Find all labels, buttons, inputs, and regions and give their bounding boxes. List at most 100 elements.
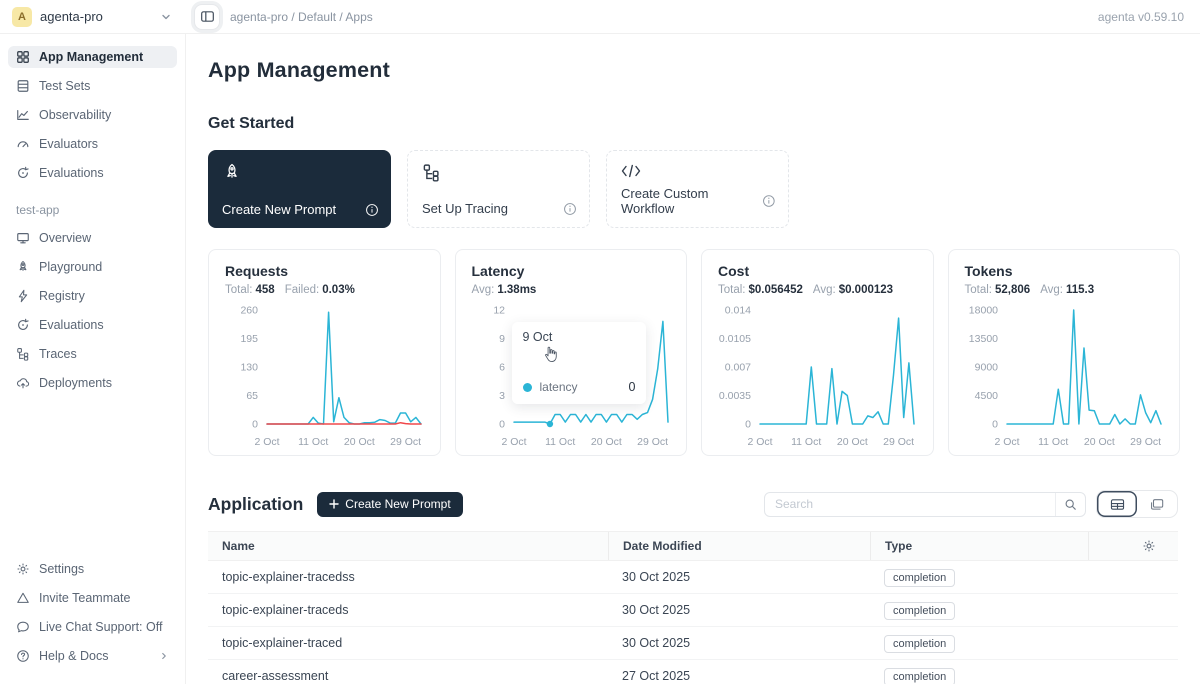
sidebar-item-label: Registry bbox=[39, 289, 85, 303]
row-menu-icon[interactable] bbox=[1152, 603, 1156, 617]
chart-title: Cost bbox=[718, 263, 919, 279]
type-badge: completion bbox=[884, 602, 955, 620]
row-menu-icon[interactable] bbox=[1152, 636, 1156, 650]
gear-icon bbox=[16, 562, 30, 576]
sidebar-item-label: Live Chat Support: Off bbox=[39, 620, 162, 634]
svg-text:20 Oct: 20 Oct bbox=[590, 436, 621, 448]
svg-text:9000: 9000 bbox=[974, 362, 998, 374]
info-icon[interactable] bbox=[563, 202, 577, 216]
cost-chart-card: Cost Total:$0.056452 Avg:$0.000123 00.00… bbox=[701, 249, 934, 456]
workspace-avatar: A bbox=[12, 7, 32, 27]
row-menu-icon[interactable] bbox=[1152, 669, 1156, 683]
chart-title: Tokens bbox=[965, 263, 1166, 279]
svg-text:0: 0 bbox=[992, 419, 998, 431]
sidebar-item-observability[interactable]: Observability bbox=[8, 104, 177, 126]
svg-text:0.0035: 0.0035 bbox=[719, 390, 751, 402]
svg-text:0.007: 0.007 bbox=[725, 362, 751, 374]
sidebar-item-help-docs[interactable]: Help & Docs bbox=[8, 645, 177, 667]
requests-chart-card: Requests Total:458 Failed:0.03% 06513019… bbox=[208, 249, 441, 456]
trace-tree-icon bbox=[422, 163, 441, 182]
table-row[interactable]: topic-explainer-tracedss 30 Oct 2025 com… bbox=[208, 561, 1178, 594]
tokens-chart: 04500900013500180002 Oct11 Oct20 Oct29 O… bbox=[965, 302, 1166, 450]
app-name: career-assessment bbox=[208, 669, 608, 683]
view-toggle bbox=[1096, 490, 1178, 518]
monitor-icon bbox=[16, 231, 30, 245]
search-input[interactable] bbox=[765, 497, 1055, 511]
cloud-up-icon bbox=[16, 376, 30, 390]
chat-bubble-icon bbox=[16, 620, 30, 634]
sidebar-collapse-button[interactable] bbox=[194, 4, 220, 30]
sidebar-item-overview[interactable]: Overview bbox=[8, 227, 177, 249]
app-version: agenta v0.59.10 bbox=[1098, 10, 1184, 24]
svg-text:6: 6 bbox=[499, 362, 505, 374]
column-header-date-modified: Date Modified bbox=[608, 532, 870, 560]
svg-text:4500: 4500 bbox=[974, 390, 998, 402]
column-settings-gear-icon[interactable] bbox=[1142, 539, 1156, 553]
svg-text:2 Oct: 2 Oct bbox=[254, 436, 279, 448]
chart-stat: Total:$0.056452 bbox=[718, 284, 803, 296]
sidebar-item-evaluations[interactable]: Evaluations bbox=[8, 162, 177, 184]
svg-text:11 Oct: 11 Oct bbox=[791, 436, 821, 448]
search-icon bbox=[1064, 498, 1077, 511]
info-icon[interactable] bbox=[762, 194, 776, 208]
tooltip-value: 0 bbox=[629, 380, 636, 394]
sidebar-item-settings[interactable]: Settings bbox=[8, 558, 177, 580]
card-view-button[interactable] bbox=[1137, 491, 1177, 517]
sidebar-item-deployments[interactable]: Deployments bbox=[8, 372, 177, 394]
sidebar-item-evaluations-app[interactable]: Evaluations bbox=[8, 314, 177, 336]
top-bar: A agenta-pro agenta-pro / Default / Apps… bbox=[0, 0, 1200, 34]
applications-table: Name Date Modified Type topic-explainer-… bbox=[208, 531, 1178, 684]
table-row[interactable]: topic-explainer-traced 30 Oct 2025 compl… bbox=[208, 627, 1178, 660]
sidebar-item-label: Deployments bbox=[39, 376, 112, 390]
chart-title: Latency bbox=[472, 263, 673, 279]
app-name: topic-explainer-traceds bbox=[208, 603, 608, 617]
chart-stat: Total:52,806 bbox=[965, 284, 1031, 296]
sidebar-item-evaluators[interactable]: Evaluators bbox=[8, 133, 177, 155]
rocket-icon bbox=[222, 162, 242, 182]
sidebar-item-live-chat[interactable]: Live Chat Support: Off bbox=[8, 616, 177, 638]
svg-text:11 Oct: 11 Oct bbox=[1038, 436, 1068, 448]
table-view-button[interactable] bbox=[1097, 491, 1137, 517]
main-content: App Management Get Started Create New Pr… bbox=[186, 34, 1200, 684]
svg-text:0.0105: 0.0105 bbox=[719, 333, 751, 345]
set-up-tracing-card[interactable]: Set Up Tracing bbox=[407, 150, 590, 228]
sidebar-item-registry[interactable]: Registry bbox=[8, 285, 177, 307]
svg-text:3: 3 bbox=[499, 390, 505, 402]
workspace-switcher[interactable]: A agenta-pro bbox=[0, 7, 186, 27]
latency-chart-card: Latency Avg:1.38ms 0369122 Oct11 Oct20 O… bbox=[455, 249, 688, 456]
svg-text:195: 195 bbox=[240, 333, 258, 345]
app-name: topic-explainer-traced bbox=[208, 636, 608, 650]
sidebar-item-invite-teammate[interactable]: Invite Teammate bbox=[8, 587, 177, 609]
create-custom-workflow-card[interactable]: Create Custom Workflow bbox=[606, 150, 789, 228]
panel-icon bbox=[200, 9, 215, 24]
row-menu-icon[interactable] bbox=[1152, 570, 1156, 584]
lightning-icon bbox=[16, 289, 30, 303]
table-row[interactable]: topic-explainer-traceds 30 Oct 2025 comp… bbox=[208, 594, 1178, 627]
search-button[interactable] bbox=[1055, 493, 1085, 516]
line-chart-icon bbox=[16, 108, 30, 122]
sidebar-item-traces[interactable]: Traces bbox=[8, 343, 177, 365]
sidebar-item-label: Help & Docs bbox=[39, 649, 108, 663]
grid-icon bbox=[16, 50, 30, 64]
series-dot bbox=[523, 383, 532, 392]
tooltip-series-row: latency 0 bbox=[523, 380, 636, 394]
sidebar-item-label: Overview bbox=[39, 231, 91, 245]
create-new-prompt-button[interactable]: Create New Prompt bbox=[317, 492, 462, 517]
info-icon[interactable] bbox=[365, 203, 379, 217]
get-started-cards: Create New Prompt Set Up Tracing Create … bbox=[208, 150, 1178, 228]
trace-tree-icon bbox=[16, 347, 30, 361]
sidebar-item-test-sets[interactable]: Test Sets bbox=[8, 75, 177, 97]
svg-text:11 Oct: 11 Oct bbox=[298, 436, 328, 448]
invite-icon bbox=[16, 591, 30, 605]
column-header-name: Name bbox=[208, 539, 608, 553]
svg-text:0: 0 bbox=[499, 419, 505, 431]
sidebar-item-playground[interactable]: Playground bbox=[8, 256, 177, 278]
breadcrumb[interactable]: agenta-pro / Default / Apps bbox=[230, 10, 373, 24]
table-row[interactable]: career-assessment 27 Oct 2025 completion bbox=[208, 660, 1178, 684]
page-title: App Management bbox=[208, 58, 1178, 83]
create-new-prompt-card[interactable]: Create New Prompt bbox=[208, 150, 391, 228]
cursor-pointer-icon bbox=[542, 346, 558, 363]
code-icon bbox=[621, 163, 641, 179]
gauge-icon bbox=[16, 137, 30, 151]
sidebar-item-app-management[interactable]: App Management bbox=[8, 46, 177, 68]
